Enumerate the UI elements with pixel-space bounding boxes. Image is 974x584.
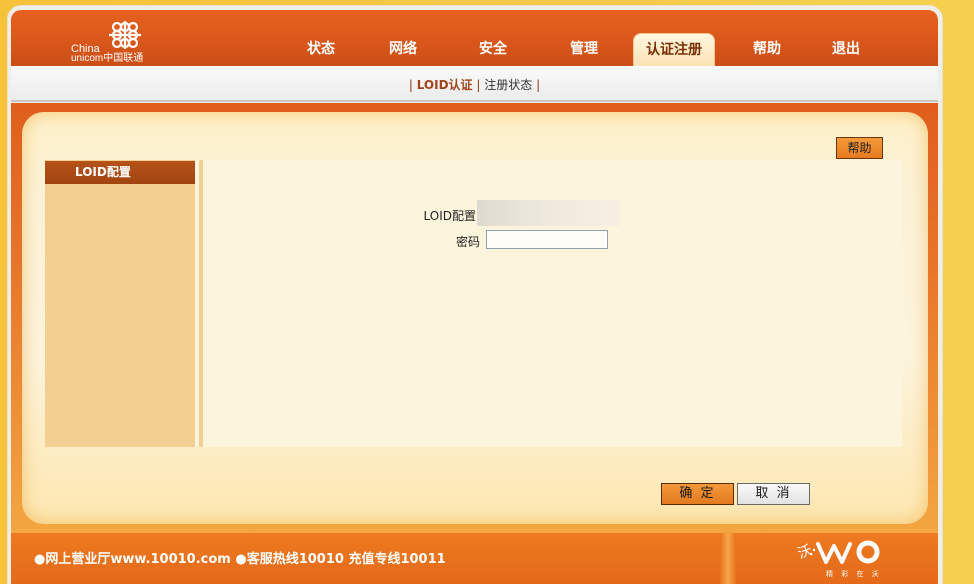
sidebar-divider [199,160,203,447]
sidebar-item-loid-config[interactable]: LOID配置 [45,161,195,184]
wo-slogan: 精 彩 在 沃 [826,570,882,578]
header-bar: China unicom中国联通 状态 网络 安全 管理 认证注册 帮助 退出 [11,10,938,66]
subnav-separator: | [408,78,413,92]
nav-item-status[interactable]: 状态 [291,40,351,66]
footer-accent-stripe [720,533,736,584]
main-nav: 状态 网络 安全 管理 认证注册 帮助 退出 [11,33,938,66]
footer-contact-text: ●网上营业厅www.10010.com ●客服热线10010 充值专线10011 [34,552,446,567]
subnav-separator: | [476,78,481,92]
loid-value-masked [477,200,620,226]
password-input[interactable] [486,230,608,249]
subnav-register-status[interactable]: 注册状态 [484,78,532,92]
wo-brand-icon: 沃 [796,540,880,564]
nav-item-management[interactable]: 管理 [554,40,614,66]
nav-item-logout[interactable]: 退出 [816,40,876,66]
nav-item-help[interactable]: 帮助 [737,40,797,66]
ok-button[interactable]: 确 定 [661,483,734,505]
help-button[interactable]: 帮助 [836,137,883,159]
cancel-button[interactable]: 取 消 [737,483,810,505]
sidebar [45,160,195,447]
subnav-separator: | [536,78,541,92]
wo-character: 沃 [796,542,814,562]
nav-item-security[interactable]: 安全 [463,40,523,66]
nav-item-auth-register[interactable]: 认证注册 [633,33,715,66]
loid-label: LOID配置 [423,209,476,223]
password-label: 密码 [455,235,480,249]
nav-item-network[interactable]: 网络 [373,40,433,66]
sub-nav: | LOID认证 | 注册状态 | [11,66,938,102]
subnav-loid-auth[interactable]: LOID认证 [417,78,473,92]
